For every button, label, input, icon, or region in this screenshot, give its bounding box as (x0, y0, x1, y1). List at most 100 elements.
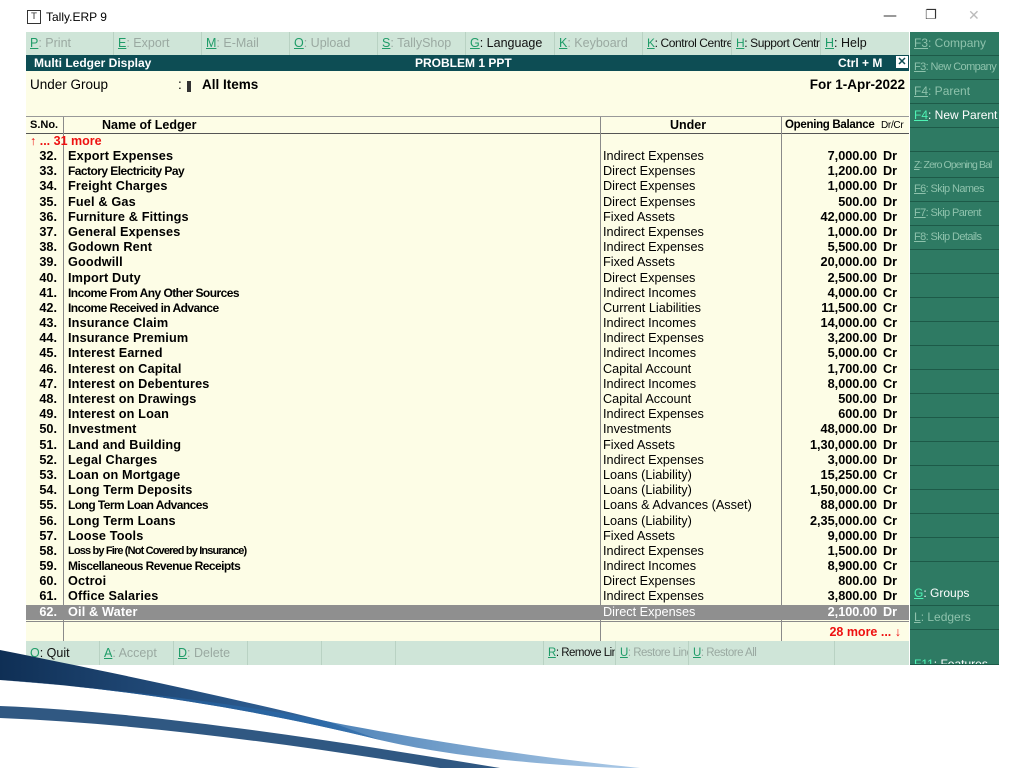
row-sno: 60. (39, 574, 57, 589)
f4-parent-button[interactable]: F4: Parent (910, 80, 999, 104)
table-row[interactable]: 32. Export Expenses Indirect Expenses 7,000… (26, 149, 909, 164)
row-under-group: Loans & Advances (Asset) (603, 498, 752, 513)
table-row[interactable]: 33. Factory Electricity Pay Direct Expense… (26, 164, 909, 179)
table-row[interactable]: 35. Fuel & Gas Direct Expenses 500.00 Dr (26, 195, 909, 210)
keyboard-button[interactable]: K: Keyboard (555, 32, 643, 55)
ledger-table: S.No. Name of Ledger Under Opening Balan… (26, 117, 909, 641)
table-row[interactable]: 36. Furniture & Fittings Fixed Assets 42,00… (26, 210, 909, 225)
minimize-button[interactable]: — (883, 8, 897, 24)
row-ledger-name: Income From Any Other Sources (68, 285, 240, 300)
row-sno: 62. (39, 604, 57, 619)
f3-new-company-button[interactable]: F3: New Company (910, 56, 999, 80)
table-row[interactable]: 53. Loan on Mortgage Loans (Liability) 15,2… (26, 468, 909, 483)
row-sno: 37. (39, 224, 57, 239)
row-under-group: Indirect Expenses (603, 543, 704, 558)
f6-skip-names-button[interactable]: F6: Skip Names (910, 178, 999, 202)
button-label: : TallyShop (390, 36, 452, 50)
table-row[interactable]: 47. Interest on Debentures Indirect Income… (26, 377, 909, 392)
table-row[interactable]: 49. Interest on Loan Indirect Expenses 600.… (26, 407, 909, 422)
table-row[interactable]: 37. General Expenses Indirect Expenses 1,00… (26, 225, 909, 240)
restore-button[interactable]: ❐ (925, 8, 937, 23)
row-under-group: Indirect Incomes (603, 559, 697, 574)
restore-all-button[interactable]: U: Restore All (689, 641, 835, 665)
table-row[interactable]: 51. Land and Building Fixed Assets 1,30,000… (26, 438, 909, 453)
row-under-group: Loans (Liability) (603, 483, 692, 498)
row-ledger-name: Freight Charges (68, 179, 168, 194)
help-button[interactable]: H: Help (821, 32, 909, 55)
row-dr-cr: Cr (883, 483, 898, 498)
empty-button-slot (910, 418, 999, 442)
table-row[interactable]: 59. Miscellaneous Revenue Receipts Indirec… (26, 559, 909, 574)
row-ledger-name: Loss by Fire (Not Covered by Insurance) (68, 544, 247, 557)
f8-skip-details-button[interactable]: F8: Skip Details (910, 226, 999, 250)
table-row[interactable]: 42. Income Received in Advance Current Lia… (26, 301, 909, 316)
button-label: : Keyboard (567, 36, 628, 50)
f7-skip-parent-button[interactable]: F7: Skip Parent (910, 202, 999, 226)
empty-button-slot (910, 442, 999, 466)
table-row[interactable]: 56. Long Term Loans Loans (Liability) 2,35,… (26, 514, 909, 529)
row-dr-cr: Dr (883, 604, 898, 619)
button-label: : Company (928, 36, 987, 50)
report-shortcut: Ctrl + M (838, 56, 883, 70)
table-header: S.No. Name of Ledger Under Opening Balan… (26, 117, 909, 134)
header-opening-balance: Opening Balance (785, 119, 875, 131)
row-dr-cr: Dr (883, 498, 898, 513)
f4-new-parent-button[interactable]: F4: New Parent (910, 104, 999, 128)
table-row[interactable]: 50. Investment Investments 48,000.00 Dr (26, 422, 909, 437)
table-row[interactable]: 45. Interest Earned Indirect Incomes 5,000.… (26, 346, 909, 361)
row-sno: 52. (39, 452, 57, 467)
table-row[interactable]: 52. Legal Charges Indirect Expenses 3,000.0… (26, 453, 909, 468)
table-row[interactable]: 57. Loose Tools Fixed Assets 9,000.00 Dr (26, 529, 909, 544)
button-label: : Upload (303, 36, 351, 50)
table-row[interactable]: 40. Import Duty Direct Expenses 2,500.00 Dr (26, 271, 909, 286)
table-row[interactable]: 39. Goodwill Fixed Assets 20,000.00 Dr (26, 255, 909, 270)
f3-company-button[interactable]: F3: Company (910, 32, 999, 56)
row-under-group: Indirect Expenses (603, 331, 704, 346)
table-row[interactable]: 41. Income From Any Other Sources Indirect… (26, 286, 909, 301)
export-button[interactable]: E: Export (114, 32, 202, 55)
tallyshop-button[interactable]: S: TallyShop (378, 32, 466, 55)
table-row-selected[interactable]: 62. Oil & Water Direct Expenses 2,100.00 Dr (26, 604, 909, 620)
control-centre-button[interactable]: K: Control Centre (643, 32, 732, 55)
row-ledger-name: Fuel & Gas (68, 194, 136, 209)
row-sno: 55. (39, 498, 57, 513)
row-opening-balance: 9,000.00 (827, 528, 877, 543)
table-row[interactable]: 34. Freight Charges Direct Expenses 1,000.0… (26, 179, 909, 194)
more-below-indicator[interactable]: 28 more ... ↓ (829, 625, 901, 639)
table-row[interactable]: 46. Interest on Capital Capital Account 1,7… (26, 362, 909, 377)
table-row[interactable]: 60. Octroi Direct Expenses 800.00 Dr (26, 574, 909, 589)
table-row[interactable]: 55. Long Term Loan Advances Loans & Advanc… (26, 498, 909, 513)
report-period: For 1-Apr-2022 (809, 77, 905, 92)
language-button[interactable]: G: Language (466, 32, 555, 55)
table-row[interactable]: 43. Insurance Claim Indirect Incomes 14,000… (26, 316, 909, 331)
under-group-value[interactable]: All Items (202, 77, 258, 92)
row-dr-cr: Dr (883, 149, 898, 163)
support-centre-button[interactable]: H: Support Centre (732, 32, 821, 55)
row-opening-balance: 1,200.00 (827, 164, 877, 179)
table-row[interactable]: 54. Long Term Deposits Loans (Liability) 1,… (26, 483, 909, 498)
row-under-group: Direct Expenses (603, 574, 696, 589)
hotkey: M (206, 36, 217, 50)
table-row[interactable]: 58. Loss by Fire (Not Covered by Insuranc… (26, 544, 909, 559)
table-row[interactable]: 44. Insurance Premium Indirect Expenses 3,2… (26, 331, 909, 346)
print-button[interactable]: P: Print (26, 32, 114, 55)
more-above-indicator[interactable]: ↑ ... 31 more (30, 134, 102, 148)
button-label: : Control Centre (654, 36, 732, 50)
empty-button-slot (910, 370, 999, 394)
row-under-group: Fixed Assets (603, 528, 675, 543)
ledgers-button[interactable]: L: Ledgers (910, 606, 999, 630)
zero-opening-bal-button[interactable]: Z: Zero Opening Bal (910, 154, 999, 178)
upload-button[interactable]: O: Upload (290, 32, 378, 55)
report-close-button[interactable]: ✕ (896, 56, 908, 68)
close-window-button[interactable]: ✕ (968, 8, 980, 24)
table-row[interactable]: 48. Interest on Drawings Capital Account 50… (26, 392, 909, 407)
groups-button[interactable]: G: Groups (910, 582, 999, 606)
button-label: : Parent (928, 84, 971, 98)
row-dr-cr: Dr (883, 224, 898, 239)
table-row[interactable]: 38. Godown Rent Indirect Expenses 5,500.00 D… (26, 240, 909, 255)
email-button[interactable]: M: E-Mail (202, 32, 290, 55)
table-row[interactable]: 61. Office Salaries Indirect Expenses 3,800… (26, 589, 909, 604)
f11-features-button[interactable]: F11: Features (910, 656, 999, 665)
button-label: : Skip Details (925, 231, 982, 243)
row-sno: 57. (39, 528, 57, 543)
